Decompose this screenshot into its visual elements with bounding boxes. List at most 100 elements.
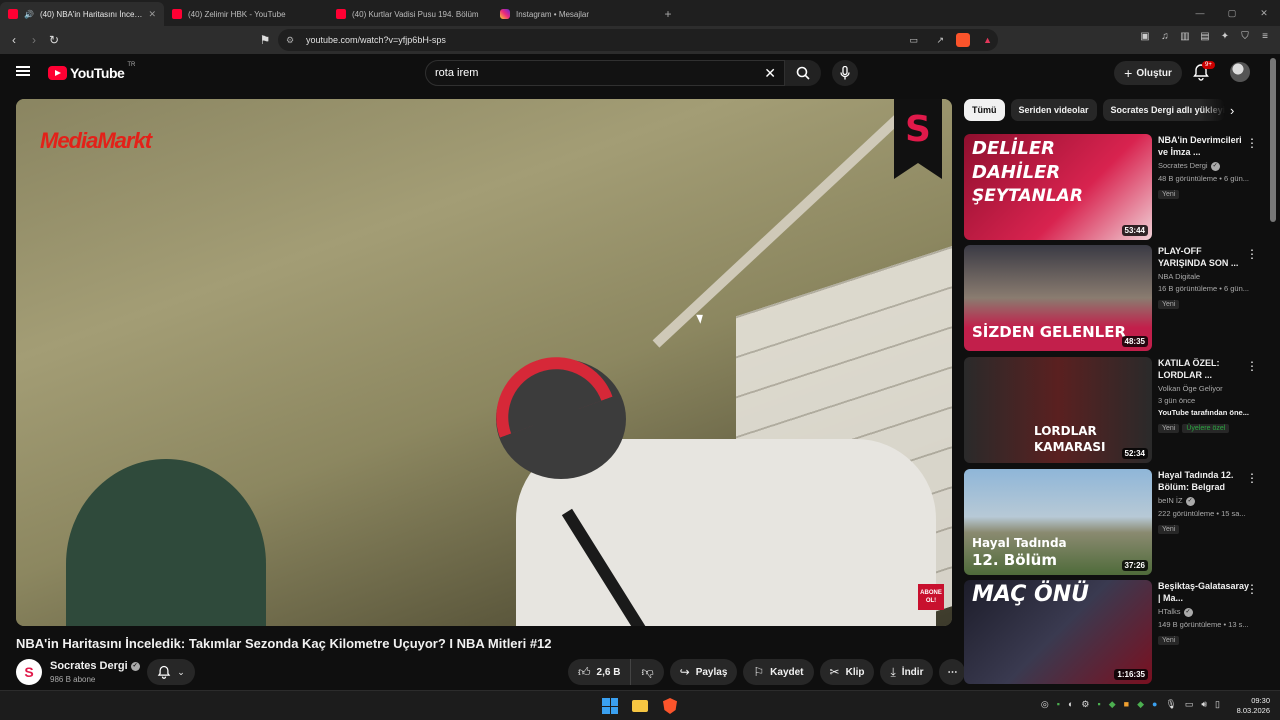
browser-tab-nba[interactable]: 🔊 (40) NBA'in Haritasını İnceled ✕ <box>0 2 164 26</box>
system-clock[interactable]: 09:30 8.03.2026 <box>1237 696 1270 716</box>
clear-search-icon[interactable]: ✕ <box>764 65 776 82</box>
recommendation-item[interactable]: MAÇ ÖNÜ 1:16:35 Beşiktaş-Galatasaray | M… <box>964 580 1264 684</box>
video-thumbnail[interactable]: Hayal Tadında 12. Bölüm 37:26 <box>964 469 1152 575</box>
more-vertical-icon[interactable]: ⋮ <box>1246 359 1258 373</box>
brave-browser-icon[interactable] <box>660 696 680 716</box>
clip-button[interactable]: ✂ Klip <box>819 659 875 685</box>
download-button[interactable]: ⤓ İndir <box>880 659 934 685</box>
tray-app-icon[interactable]: ■ <box>1124 699 1129 710</box>
video-thumbnail[interactable]: MAÇ ÖNÜ 1:16:35 <box>964 580 1152 684</box>
browser-tab-zelimir[interactable]: (40) Zelimir HBK - YouTube <box>164 2 328 26</box>
video-player[interactable]: MediaMarkt S ABONE OL! <box>16 99 952 626</box>
more-actions-button[interactable]: ⋯ <box>939 659 966 685</box>
maximize-button[interactable]: ▢ <box>1216 0 1248 26</box>
tray-app-icon[interactable]: ◆ <box>1137 699 1144 710</box>
bookmark-icon[interactable]: ⚑ <box>255 30 275 50</box>
dislike-button[interactable]: 👎︎ <box>631 659 664 685</box>
chip-series[interactable]: Seriden videolar <box>1010 99 1097 121</box>
more-vertical-icon[interactable]: ⋮ <box>1246 247 1258 261</box>
more-vertical-icon[interactable]: ⋮ <box>1246 582 1258 596</box>
recommendation-title[interactable]: PLAY-OFF YARIŞINDA SON ... <box>1158 245 1250 269</box>
subscription-bell-button[interactable]: ⌄ <box>147 659 195 685</box>
volume-icon[interactable]: 🔊︎ <box>1201 699 1207 710</box>
thumbnail-text: DELİLER <box>972 138 1056 159</box>
close-window-button[interactable]: ✕ <box>1248 0 1280 26</box>
site-info-icon[interactable]: ⚙ <box>286 35 294 46</box>
share-page-icon[interactable]: ↗ <box>936 35 944 46</box>
recommendation-item[interactable]: Hayal Tadında 12. Bölüm 37:26 Hayal Tadı… <box>964 469 1264 575</box>
audio-icon[interactable]: 🔊 <box>24 10 34 19</box>
voice-search-button[interactable] <box>832 60 858 86</box>
recommendation-views: 149 B görüntüleme • 13 s... <box>1158 619 1249 629</box>
start-button[interactable] <box>600 696 620 716</box>
share-button[interactable]: ↪ Paylaş <box>669 659 738 685</box>
create-button[interactable]: + Oluştur <box>1114 61 1182 85</box>
forward-button[interactable]: › <box>24 30 44 50</box>
search-button[interactable] <box>785 60 821 86</box>
cast-icon[interactable]: ▭ <box>909 35 918 46</box>
more-vertical-icon[interactable]: ⋮ <box>1246 471 1258 485</box>
like-button[interactable]: 👍︎ 2,6 B <box>568 659 632 685</box>
recommendation-item[interactable]: SİZDEN GELENLER 48:35 PLAY-OFF YARIŞINDA… <box>964 245 1264 351</box>
media-icon[interactable]: ♫ <box>1158 30 1172 44</box>
chip-uploader[interactable]: Socrates Dergi adlı yükleyi <box>1102 99 1225 121</box>
recommendation-item[interactable]: LORDLAR KAMARASI 52:34 KATILA ÖZEL: LORD… <box>964 357 1264 463</box>
recommendation-title[interactable]: NBA'in Devrimcileri ve İmza ... <box>1158 134 1250 158</box>
tab-close-icon[interactable]: ✕ <box>148 9 156 20</box>
recommendation-title[interactable]: KATILA ÖZEL: LORDLAR ... <box>1158 357 1250 381</box>
recommendation-meta: PLAY-OFF YARIŞINDA SON ... NBA Digitale … <box>1158 245 1250 311</box>
recommendation-channel[interactable]: Volkan Öge Geliyor <box>1158 384 1250 393</box>
tray-app-icon[interactable]: ⚙ <box>1081 699 1089 710</box>
video-thumbnail[interactable]: SİZDEN GELENLER 48:35 <box>964 245 1152 351</box>
microphone-icon[interactable]: 🎙︎ <box>1165 699 1176 710</box>
promoted-text: YouTube tarafından öne... <box>1158 408 1249 417</box>
network-icon[interactable]: ▭ <box>1185 699 1194 710</box>
browser-tab-instagram[interactable]: Instagram • Mesajlar <box>492 2 656 26</box>
youtube-logo[interactable]: YouTube TR <box>48 62 135 81</box>
vpn-icon[interactable]: ⛉ <box>1238 30 1252 44</box>
wallet-icon[interactable]: ▤ <box>1198 30 1212 44</box>
account-avatar[interactable] <box>1230 62 1250 82</box>
minimize-button[interactable]: — <box>1184 0 1216 26</box>
sidebar-icon[interactable]: ▥ <box>1178 30 1192 44</box>
file-explorer-icon[interactable] <box>630 696 650 716</box>
browser-tab-kurtlar[interactable]: (40) Kurtlar Vadisi Pusu 194. Bölüm <box>328 2 492 26</box>
thumbnail-text: SİZDEN GELENLER <box>972 323 1127 341</box>
guide-menu-icon[interactable] <box>16 66 30 76</box>
video-duration: 48:35 <box>1121 336 1148 347</box>
back-button[interactable]: ‹ <box>4 30 24 50</box>
more-vertical-icon[interactable]: ⋮ <box>1246 136 1258 150</box>
recommendation-title[interactable]: Beşiktaş-Galatasaray | Ma... <box>1158 580 1250 604</box>
channel-avatar[interactable]: S <box>16 659 42 685</box>
tray-app-icon[interactable]: ▪ <box>1057 699 1060 710</box>
notification-badge: 9+ <box>1202 61 1215 69</box>
tray-app-icon[interactable]: ◐ <box>1068 699 1073 710</box>
screenshot-icon[interactable]: ▣ <box>1138 30 1152 44</box>
new-tab-button[interactable]: + <box>656 2 680 26</box>
tray-app-icon[interactable]: ◆ <box>1109 699 1116 710</box>
chevron-right-icon[interactable]: › <box>1230 103 1234 118</box>
tray-app-icon[interactable]: ▪ <box>1098 699 1101 710</box>
tray-app-icon[interactable]: ◎ <box>1041 699 1049 710</box>
tray-app-icon[interactable]: ● <box>1152 699 1157 710</box>
brave-shield-icon[interactable] <box>956 33 970 47</box>
reload-button[interactable]: ↻ <box>44 30 64 50</box>
video-thumbnail[interactable]: DELİLER DAHİLER ŞEYTANLAR 53:44 <box>964 134 1152 240</box>
page-scrollbar[interactable] <box>1270 58 1276 222</box>
battery-icon[interactable]: ▯ <box>1215 699 1220 710</box>
recommendation-title[interactable]: Hayal Tadında 12. Bölüm: Belgrad <box>1158 469 1250 493</box>
recommendation-item[interactable]: DELİLER DAHİLER ŞEYTANLAR 53:44 NBA'in D… <box>964 134 1264 240</box>
menu-icon[interactable]: ≡ <box>1258 30 1272 44</box>
channel-name[interactable]: Socrates Dergi ✓ <box>50 660 140 672</box>
chip-all[interactable]: Tümü <box>964 99 1005 121</box>
brave-rewards-icon[interactable]: ▲ <box>983 35 992 45</box>
recommendation-channel[interactable]: Socrates Dergi ✓ <box>1158 161 1250 171</box>
video-thumbnail[interactable]: LORDLAR KAMARASI 52:34 <box>964 357 1152 463</box>
recommendation-channel[interactable]: HTalks ✓ <box>1158 607 1250 617</box>
leo-ai-icon[interactable]: ✦ <box>1218 30 1232 44</box>
search-input[interactable]: rota irem ✕ <box>425 60 785 86</box>
recommendation-channel[interactable]: NBA Digitale <box>1158 272 1250 281</box>
recommendation-channel[interactable]: beIN İZ ✓ <box>1158 496 1250 506</box>
save-button[interactable]: ⚐ Kaydet <box>743 659 814 685</box>
address-bar[interactable]: ⚙ youtube.com/watch?v=yfjp6bH-sps ▭ ↗ ▲ <box>278 29 998 51</box>
